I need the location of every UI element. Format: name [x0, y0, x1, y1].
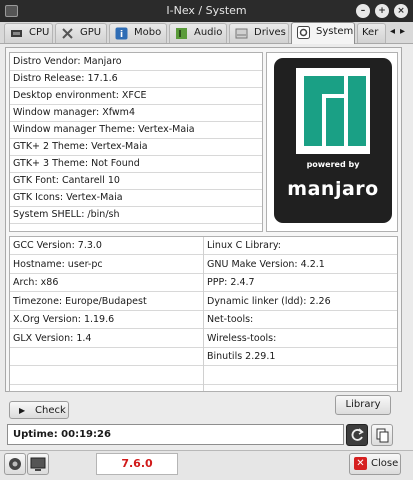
system-info-right-row: PPP: 2.4.7 — [204, 274, 397, 292]
minimize-button[interactable]: – — [356, 4, 370, 18]
system-info-left-row: Hostname: user-pc — [10, 256, 203, 274]
cpu-chip-icon — [11, 30, 22, 37]
tab-drives[interactable]: Drives — [229, 23, 289, 43]
system-info-left-row: X.Org Version: 1.19.6 — [10, 311, 203, 329]
system-gear-icon — [297, 26, 310, 39]
settings-gear-icon — [9, 458, 21, 470]
distro-info-list: Distro Vendor: Manjaro Distro Release: 17… — [9, 52, 263, 232]
tab-bar: CPU GPU i Mobo Audio Drives System Ker ◂… — [0, 22, 413, 44]
system-info-right-row: GNU Make Version: 4.2.1 — [204, 256, 397, 274]
version-label: 7.6.0 — [96, 453, 178, 475]
manjaro-wordmark: manjaro — [287, 178, 379, 200]
close-x-icon: ✕ — [354, 457, 367, 470]
tab-cpu[interactable]: CPU — [4, 23, 53, 43]
drive-icon — [235, 28, 248, 39]
refresh-button[interactable] — [346, 424, 368, 446]
system-info-left-row: GLX Version: 1.4 — [10, 330, 203, 348]
library-button-label: Library — [345, 399, 381, 410]
tab-gpu[interactable]: GPU — [55, 23, 107, 43]
distro-info-row: System SHELL: /bin/sh — [10, 206, 262, 224]
system-info-right-row — [204, 367, 397, 385]
settings-button[interactable] — [4, 453, 26, 475]
system-info-right-row: Binutils 2.29.1 — [204, 348, 397, 366]
copy-button[interactable] — [371, 424, 393, 446]
tab-mobo-label: Mobo — [134, 27, 162, 38]
tab-system[interactable]: System — [291, 22, 355, 44]
app-window: I-Nex / System – + × CPU GPU i Mobo Audi… — [0, 0, 413, 480]
screenshot-button[interactable] — [27, 453, 49, 475]
system-info-left-row: Arch: x86 — [10, 274, 203, 292]
screenshot-monitor-icon — [30, 457, 46, 471]
copy-icon — [376, 428, 389, 443]
gpu-tools-icon — [62, 28, 73, 39]
tab-audio[interactable]: Audio — [169, 23, 227, 43]
distro-info-row: GTK Icons: Vertex-Maia — [10, 189, 262, 207]
check-button[interactable]: ▶ Check — [9, 401, 69, 419]
tab-scroll-arrows[interactable]: ◂ ▸ — [388, 25, 410, 41]
uptime-text: Uptime: 00:19:26 — [13, 429, 111, 440]
distro-logo-frame: powered by manjaro — [266, 52, 398, 232]
tab-gpu-label: GPU — [80, 27, 102, 38]
check-button-label: Check — [35, 405, 66, 416]
close-button[interactable]: ✕ Close — [349, 453, 401, 475]
system-info-right-row: Net-tools: — [204, 311, 397, 329]
tab-audio-label: Audio — [194, 27, 223, 38]
distro-info-row: Distro Release: 17.1.6 — [10, 70, 262, 88]
distro-info-row: Desktop environment: XFCE — [10, 87, 262, 105]
manjaro-logo: powered by manjaro — [274, 58, 392, 223]
svg-text:i: i — [120, 30, 123, 40]
system-info-table: GCC Version: 7.3.0 Hostname: user-pc Arch:… — [9, 236, 398, 392]
refresh-icon — [351, 428, 364, 441]
system-info-right-row: Wireless-tools: — [204, 330, 397, 348]
tab-kernel[interactable]: Ker — [357, 23, 386, 43]
distro-info-row: GTK+ 3 Theme: Not Found — [10, 155, 262, 173]
system-info-right-row: Dynamic linker (ldd): 2.26 — [204, 293, 397, 311]
system-info-right-row: Linux C Library: — [204, 237, 397, 255]
tab-mobo[interactable]: i Mobo — [109, 23, 167, 43]
powered-by-label: powered by — [306, 160, 360, 169]
distro-info-row: Window manager: Xfwm4 — [10, 104, 262, 122]
system-info-left-row: Timezone: Europe/Budapest — [10, 293, 203, 311]
distro-info-row: GTK+ 2 Theme: Vertex-Maia — [10, 138, 262, 156]
close-button-label: Close — [371, 458, 399, 469]
window-title: I-Nex / System — [166, 4, 247, 17]
tab-kernel-label: Ker — [362, 27, 379, 38]
info-icon: i — [115, 27, 128, 40]
system-info-left-row — [10, 348, 203, 366]
tab-drives-label: Drives — [254, 27, 286, 38]
audio-speaker-icon — [176, 28, 187, 39]
system-info-left-row: GCC Version: 7.3.0 — [10, 237, 203, 255]
tab-system-label: System — [316, 26, 354, 37]
distro-info-row: GTK Font: Cantarell 10 — [10, 172, 262, 190]
distro-info-row: Window manager Theme: Vertex-Maia — [10, 121, 262, 139]
title-bar: I-Nex / System – + × — [0, 0, 413, 22]
tab-scroll-left-icon[interactable]: ◂ — [390, 26, 395, 37]
distro-info-row: Distro Vendor: Manjaro — [10, 53, 262, 71]
maximize-button[interactable]: + — [375, 4, 389, 18]
library-button[interactable]: Library — [335, 395, 391, 415]
close-window-button[interactable]: × — [394, 4, 408, 18]
system-info-left-row — [10, 367, 203, 385]
tab-cpu-label: CPU — [29, 27, 50, 38]
uptime-display: Uptime: 00:19:26 — [7, 424, 344, 445]
play-icon: ▶ — [19, 406, 26, 415]
tab-scroll-right-icon[interactable]: ▸ — [400, 26, 405, 37]
